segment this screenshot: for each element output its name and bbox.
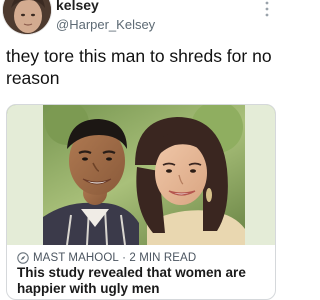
card-source-name: MAST MAHOOL: [33, 252, 119, 264]
meta-separator: ·: [118, 252, 130, 264]
user-handle[interactable]: @Harper_Kelsey: [56, 17, 155, 32]
avatar-photo: [3, 0, 51, 34]
vertical-ellipsis-icon[interactable]: [264, 0, 270, 18]
tweet-text: they tore this man to shreds for no reas…: [6, 46, 272, 88]
card-source: MAST MAHOOL · 2 MIN READ: [17, 252, 196, 264]
card-title[interactable]: This study revealed that women are happi…: [17, 265, 269, 297]
link-card[interactable]: MAST MAHOOL · 2 MIN READ This study reve…: [6, 104, 276, 300]
avatar[interactable]: [3, 0, 51, 34]
tweet: kelsey @Harper_Kelsey they tore this man…: [0, 0, 282, 300]
card-image[interactable]: [7, 105, 275, 245]
compass-icon: [17, 252, 29, 264]
card-read-time: 2 MIN READ: [129, 252, 197, 264]
display-name[interactable]: kelsey: [56, 0, 99, 13]
